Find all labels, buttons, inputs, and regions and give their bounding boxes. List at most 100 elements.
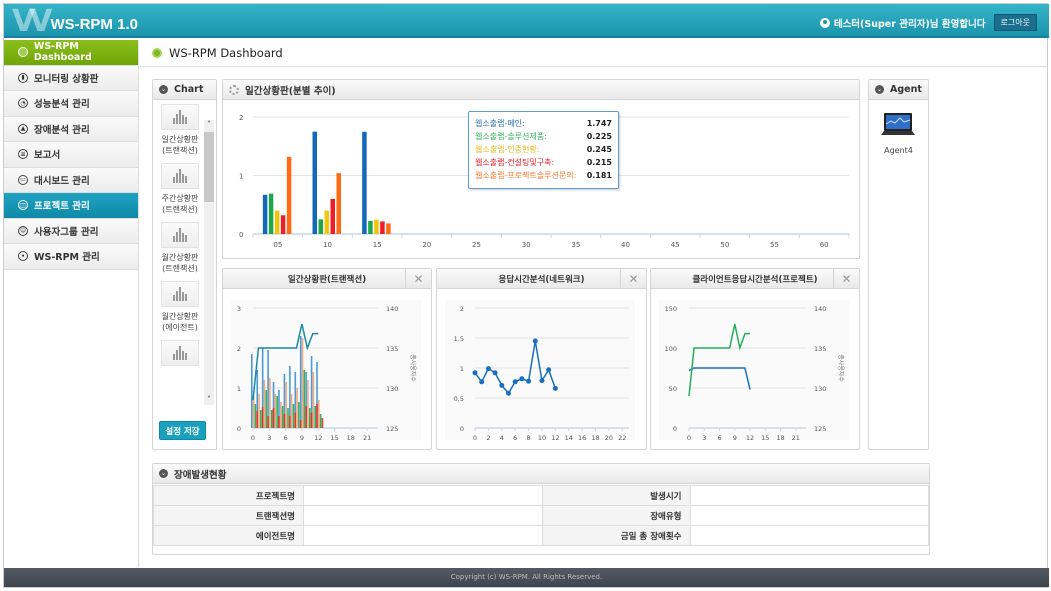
x-tick-label: 16 — [578, 434, 586, 442]
bar — [283, 414, 286, 428]
field-label: 발생시기 — [541, 485, 691, 506]
close-icon[interactable]: ✕ — [833, 269, 859, 288]
bar-chart-icon — [161, 281, 199, 307]
data-point — [492, 370, 498, 376]
x-tick-label: 12 — [746, 434, 754, 442]
tooltip-series-name: 웹소출랩-메인: — [475, 119, 525, 128]
y-tick-label: 50 — [669, 385, 677, 393]
chart-item[interactable]: 월간상황판 (에이전트) — [157, 281, 203, 333]
field-value — [689, 505, 929, 526]
save-settings-button[interactable]: 설정 저장 — [159, 421, 206, 440]
sidebar-item-label: WS-RPM Dashboard — [33, 41, 92, 64]
bar-chart-icon — [161, 104, 199, 130]
x-tick-label: 21 — [792, 434, 800, 442]
gauge-icon: ◔ — [18, 98, 28, 109]
bar — [285, 382, 288, 428]
bar — [299, 420, 302, 428]
plot-background — [659, 300, 849, 440]
x-tick-label: 18 — [591, 434, 599, 442]
network-response-panel: 응답시간분석(네트워크) ✕ 0 0.5 1 1.5 2 0 2 4 6 8 10 12 14 16 18 20… — [436, 268, 647, 450]
bar — [336, 173, 341, 234]
bar — [303, 370, 306, 428]
app-frame: VV WS-RPM 1.0 테스터(Super 관리자)님 환영합니다 로그아웃… — [3, 3, 1049, 588]
laptop-icon[interactable] — [881, 112, 915, 138]
sidebar-item-fault[interactable]: ▲ 장애분석 관리 — [4, 116, 138, 142]
tooltip-series-name: 웹소출랩-프로젝트솔루션문의: — [475, 171, 577, 180]
close-icon[interactable]: ✕ — [405, 269, 431, 288]
chart-list-header[interactable]: ⌄ Chart — [153, 80, 216, 100]
x-tick-label: 9 — [300, 434, 304, 442]
fault-status-header[interactable]: ⌄ 장애발생현황 — [153, 464, 929, 484]
sidebar-item-dashboard-admin[interactable]: ▭ 대시보드 관리 — [4, 167, 138, 193]
data-point — [499, 382, 505, 388]
chevron-down-icon: ⌄ — [159, 85, 168, 94]
bar — [274, 394, 277, 428]
y-tick-label: 0 — [237, 425, 241, 433]
warning-icon: ▲ — [18, 123, 28, 134]
bar — [318, 219, 323, 234]
field-label: 에이전트명 — [153, 525, 304, 546]
y-tick-label: 150 — [665, 305, 677, 313]
y-tick-label: 3 — [237, 305, 241, 313]
bar — [292, 404, 295, 428]
sidebar-item-project[interactable]: ◫ 프로젝트 관리 — [4, 193, 138, 219]
chevron-down-icon: ⌄ — [875, 85, 884, 94]
y-tick-label: 1 — [239, 173, 243, 181]
panel-title: Chart — [174, 84, 204, 95]
logout-button[interactable]: 로그아웃 — [993, 14, 1037, 31]
sidebar-item-label: WS-RPM 관리 — [34, 252, 100, 264]
chart-item[interactable]: 일간상황판 (트랜잭션) — [157, 104, 203, 156]
bar — [260, 410, 262, 428]
x-tick-label: 35 — [571, 241, 580, 249]
chart-item-label: 월간상황판 — [161, 253, 199, 262]
y2-tick-label: 135 — [386, 345, 398, 353]
chart-item-sublabel: (트랜잭션) — [162, 146, 198, 155]
y-tick-label: 2 — [460, 305, 464, 313]
x-tick-label: 18 — [776, 434, 784, 442]
chart-item[interactable] — [157, 340, 203, 366]
scroll-up-icon[interactable]: ˄ — [204, 120, 214, 130]
scrollbar-thumb[interactable] — [204, 132, 214, 202]
chart-list: 일간상황판 (트랜잭션) 주간상황판 (트랜잭션) 월간상황판 (트랜잭션) 월간상황… — [157, 104, 203, 373]
close-icon[interactable]: ✕ — [620, 269, 646, 288]
fault-status-panel: ⌄ 장애발생현황 프로젝트명 발생시기 트랜잭션명 장애유형 에이전트명 금일 총 장애… — [152, 463, 930, 555]
bar — [318, 400, 320, 428]
title-bullet-icon — [152, 48, 162, 58]
header: VV WS-RPM 1.0 테스터(Super 관리자)님 환영합니다 로그아웃 — [4, 4, 1049, 39]
agent-header[interactable]: ⌄ Agent — [869, 80, 928, 100]
sidebar-item-report[interactable]: ≡ 보고서 — [4, 142, 138, 168]
chart-list-scrollbar[interactable]: ˄ ˅ — [204, 120, 214, 405]
sidebar-item-performance[interactable]: ◔ 성능분석 관리 — [4, 91, 138, 117]
sidebar-item-wsrpm[interactable]: • WS-RPM 관리 — [4, 244, 138, 270]
scroll-down-icon[interactable]: ˅ — [204, 395, 214, 405]
logo[interactable]: VV WS-RPM 1.0 — [12, 4, 138, 39]
bar — [265, 390, 268, 428]
bar — [268, 193, 274, 234]
bar — [267, 416, 269, 428]
x-tick-label: 8 — [526, 434, 530, 442]
x-tick-label: 6 — [284, 434, 288, 442]
chart-item[interactable]: 주간상황판 (트랜잭션) — [157, 163, 203, 215]
x-tick-label: 25 — [472, 241, 481, 249]
field-value — [303, 505, 543, 526]
sidebar-item-monitoring[interactable]: ▮ 모니터링 상황판 — [4, 65, 138, 91]
users-icon: ☺ — [18, 225, 28, 236]
y-tick-label: 0 — [673, 425, 677, 433]
bar — [261, 407, 264, 428]
chart-item[interactable]: 월간상황판 (트랜잭션) — [157, 222, 203, 274]
y-tick-label: 0.5 — [454, 395, 464, 403]
agent-name[interactable]: Agent4 — [869, 146, 928, 155]
x-tick-label: 2 — [486, 434, 490, 442]
x-tick-label: 12 — [551, 434, 559, 442]
x-tick-label: 9 — [733, 434, 737, 442]
tooltip-value: 0.225 — [586, 132, 612, 141]
bar — [368, 220, 373, 234]
chevron-down-icon: ⌄ — [159, 469, 168, 478]
sidebar-item-dashboard[interactable]: WS-RPM Dashboard — [4, 40, 138, 66]
sidebar-item-usergroup[interactable]: ☺ 사용자그룹 관리 — [4, 218, 138, 244]
data-point — [532, 338, 538, 344]
bar — [386, 223, 391, 234]
y-tick-label: 0 — [460, 425, 464, 433]
bar — [362, 131, 367, 234]
bar — [280, 215, 286, 234]
